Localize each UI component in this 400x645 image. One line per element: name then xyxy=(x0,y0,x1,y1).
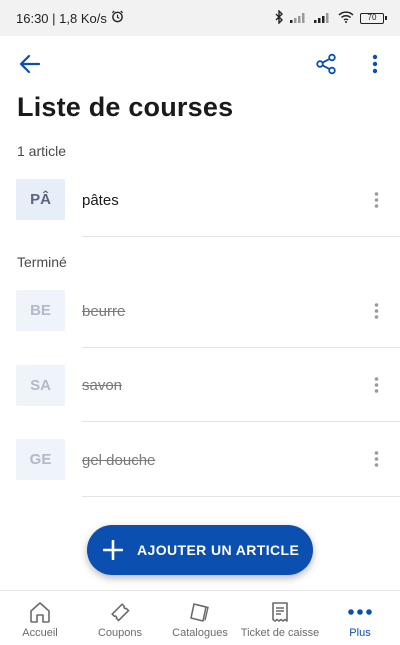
catalog-icon xyxy=(187,599,213,625)
more-horizontal-icon xyxy=(347,599,373,625)
item-label: beurre xyxy=(82,303,126,320)
plus-icon xyxy=(103,540,123,560)
status-right: 70 xyxy=(274,8,387,27)
page-title: Liste de courses xyxy=(17,92,234,122)
share-icon xyxy=(316,53,336,75)
bluetooth-icon xyxy=(274,8,284,27)
home-icon xyxy=(27,599,53,625)
item-badge: BE xyxy=(16,290,65,331)
status-bar: 16:30 | 1,8 Ko/s 70 xyxy=(0,0,400,36)
article-count-label: 1 article xyxy=(17,143,67,159)
done-section-label: Terminé xyxy=(17,254,67,270)
wifi-icon xyxy=(338,10,354,26)
status-time: 16:30 | 1,8 Ko/s xyxy=(16,10,107,26)
nav-label: Accueil xyxy=(22,627,58,639)
signal-icon xyxy=(314,11,332,26)
divider xyxy=(82,236,400,237)
nav-item-accueil[interactable]: Accueil xyxy=(0,591,80,645)
item-more-button[interactable] xyxy=(364,299,388,323)
bottom-nav: Accueil Coupons Catalogues Ticket de cai… xyxy=(0,590,400,645)
item-label: gel douche xyxy=(82,452,156,469)
nav-label: Catalogues xyxy=(172,627,228,639)
item-more-button[interactable] xyxy=(364,188,388,212)
item-badge: GE xyxy=(16,439,65,480)
alarm-icon xyxy=(111,10,124,26)
nav-label: Coupons xyxy=(97,627,143,639)
nav-item-ticket-de-caisse[interactable]: Ticket de caisse xyxy=(240,591,320,645)
item-label: pâtes xyxy=(82,192,119,209)
signal-icon xyxy=(290,11,308,26)
list-item[interactable]: PÂ pâtes xyxy=(0,163,400,237)
receipt-icon xyxy=(267,599,293,625)
app-bar xyxy=(0,36,400,92)
status-left: 16:30 | 1,8 Ko/s xyxy=(16,10,124,26)
vertical-dots-icon xyxy=(374,192,378,208)
divider xyxy=(82,496,400,497)
vertical-dots-icon xyxy=(374,303,378,319)
add-article-label: AJOUTER UN ARTICLE xyxy=(137,542,300,558)
back-button[interactable] xyxy=(14,48,46,80)
add-article-button[interactable]: AJOUTER UN ARTICLE xyxy=(87,525,313,575)
share-button[interactable] xyxy=(310,48,342,80)
nav-label: Plus xyxy=(349,627,371,639)
arrow-left-icon xyxy=(19,54,41,74)
list-item[interactable]: SA savon xyxy=(0,348,400,422)
nav-label: Ticket de caisse xyxy=(240,627,320,639)
item-more-button[interactable] xyxy=(364,373,388,397)
item-label: savon xyxy=(82,377,123,394)
vertical-dots-icon xyxy=(374,451,378,467)
nav-item-catalogues[interactable]: Catalogues xyxy=(160,591,240,645)
ticket-icon xyxy=(107,599,133,625)
list-item[interactable]: GE gel douche xyxy=(0,422,400,497)
item-more-button[interactable] xyxy=(364,447,388,471)
vertical-dots-icon xyxy=(374,377,378,393)
more-options-button[interactable] xyxy=(359,48,391,80)
item-badge: PÂ xyxy=(16,179,65,220)
battery-icon: 70 xyxy=(360,12,387,24)
vertical-dots-icon xyxy=(372,54,378,74)
list-item[interactable]: BE beurre xyxy=(0,274,400,348)
nav-item-coupons[interactable]: Coupons xyxy=(80,591,160,645)
nav-item-plus[interactable]: Plus xyxy=(320,591,400,645)
item-badge: SA xyxy=(16,365,65,406)
